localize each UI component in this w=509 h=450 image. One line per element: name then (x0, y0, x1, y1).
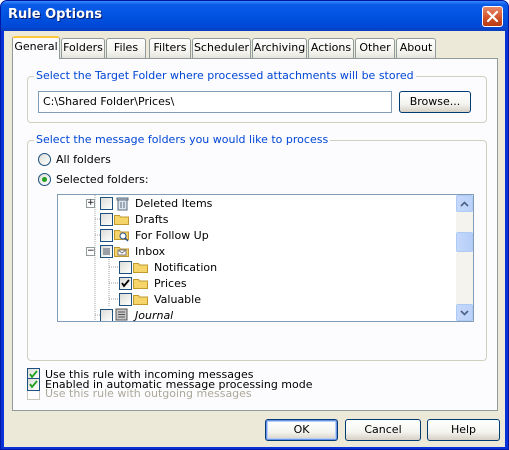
ok-button[interactable]: OK (265, 419, 338, 441)
rule-options-window: Rule Options General Folders Files Filte… (0, 0, 509, 450)
close-button[interactable] (482, 6, 503, 27)
tree-checkbox-prices[interactable] (119, 277, 132, 290)
notification-folder-icon (133, 263, 148, 273)
tree-label-notification[interactable]: Notification (154, 261, 217, 277)
target-folder-legend: Select the Target Folder where processed… (34, 69, 416, 82)
tree-label-journal[interactable]: Journal (135, 309, 173, 321)
drafts-folder-icon (114, 215, 129, 225)
journal-icon (115, 308, 128, 321)
tab-files[interactable]: Files (106, 38, 146, 58)
expand-deleted-items-toggle[interactable]: + (86, 199, 95, 208)
tree-vertical-scrollbar[interactable] (456, 195, 473, 321)
browse-button[interactable]: Browse... (399, 91, 471, 113)
tree-label-inbox[interactable]: Inbox (135, 245, 165, 261)
tree-checkbox-journal[interactable] (100, 309, 113, 321)
inbox-icon (114, 247, 129, 257)
prices-folder-icon (133, 279, 148, 289)
automatic-mode-label[interactable]: Enabled in automatic message processing … (45, 378, 313, 391)
title-bar[interactable]: Rule Options (1, 1, 508, 31)
tab-general[interactable]: General (12, 36, 60, 59)
chevron-down-icon (460, 309, 469, 316)
tab-archiving[interactable]: Archiving (252, 38, 307, 58)
tree-checkbox-inbox[interactable] (100, 245, 113, 258)
deleted-items-icon (116, 197, 129, 211)
checkmark-icon (121, 279, 130, 288)
folder-tree[interactable]: + Deleted Items Drafts For Follow Up − I… (57, 194, 474, 322)
tree-checkbox-deleted-items[interactable] (100, 197, 113, 210)
tree-checkbox-notification[interactable] (119, 261, 132, 274)
tab-scheduler[interactable]: Scheduler (192, 38, 251, 58)
tab-filters[interactable]: Filters (149, 38, 191, 58)
tree-label-valuable[interactable]: Valuable (154, 293, 201, 309)
scroll-thumb[interactable] (456, 232, 473, 252)
cancel-button[interactable]: Cancel (345, 419, 421, 441)
chevron-up-icon (460, 200, 469, 207)
tree-checkbox-for-follow-up[interactable] (100, 229, 113, 242)
general-tab-panel: Select the Target Folder where processed… (12, 58, 498, 411)
tab-other[interactable]: Other (355, 38, 395, 58)
dialog-client-area: General Folders Files Filters Scheduler … (4, 31, 505, 447)
checkmark-icon (29, 380, 38, 389)
selected-folders-label[interactable]: Selected folders: (56, 173, 149, 186)
automatic-mode-checkbox[interactable] (27, 378, 40, 391)
scroll-down-button[interactable] (456, 304, 473, 321)
message-folders-legend: Select the message folders you would lik… (34, 133, 331, 146)
tab-actions[interactable]: Actions (308, 38, 354, 58)
all-folders-radio[interactable] (38, 153, 51, 166)
valuable-folder-icon (133, 295, 148, 305)
window-title: Rule Options (8, 7, 103, 22)
tree-label-for-follow-up[interactable]: For Follow Up (135, 229, 209, 245)
tree-label-drafts[interactable]: Drafts (135, 213, 168, 229)
close-icon (487, 11, 498, 22)
collapse-inbox-toggle[interactable]: − (86, 247, 95, 256)
tree-checkbox-drafts[interactable] (100, 213, 113, 226)
target-folder-path-field[interactable]: C:\Shared Folder\Prices\ (38, 91, 392, 113)
selected-folders-radio[interactable] (38, 173, 51, 186)
tab-about[interactable]: About (396, 38, 436, 58)
tree-label-deleted-items[interactable]: Deleted Items (135, 197, 212, 213)
scroll-up-button[interactable] (456, 195, 473, 212)
tree-label-prices[interactable]: Prices (154, 277, 187, 293)
search-folder-icon (114, 230, 129, 242)
tab-folders[interactable]: Folders (61, 38, 105, 58)
help-button[interactable]: Help (427, 419, 500, 441)
all-folders-label[interactable]: All folders (56, 153, 111, 166)
tree-checkbox-valuable[interactable] (119, 293, 132, 306)
